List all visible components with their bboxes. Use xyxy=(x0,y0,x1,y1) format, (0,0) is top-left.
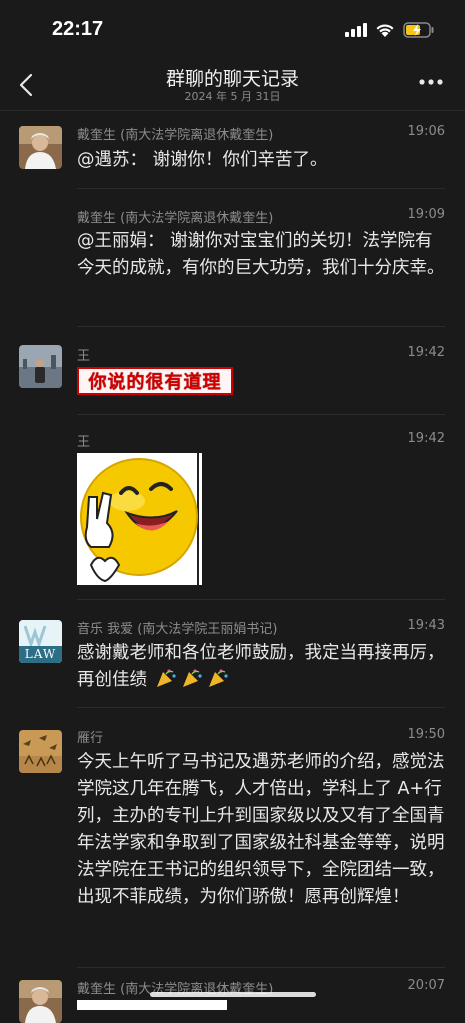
message-time: 19:09 xyxy=(407,207,445,222)
message-text: 感谢戴老师和各位老师鼓励，我定当再接再厉，再创佳绩 xyxy=(77,643,445,690)
page-date: 2024 年 5 月 31日 xyxy=(184,90,281,103)
avatar[interactable] xyxy=(19,730,62,773)
sticker-image[interactable] xyxy=(77,453,202,585)
avatar-logo-text: LAW xyxy=(24,647,57,661)
message-time: 19:50 xyxy=(407,727,445,742)
message-text: @王丽娟： 谢谢你对宝宝们的关切！法学院有今天的成就，有你的巨大功劳，我们十分庆… xyxy=(77,231,445,278)
sender-name: 戴奎生 (南大法学院离退休戴奎生) xyxy=(77,211,274,226)
message-time: 19:42 xyxy=(407,431,445,446)
sticker-image[interactable] xyxy=(77,1000,227,1010)
avatar[interactable] xyxy=(19,345,62,388)
nav-bar: 群聊的聊天记录 2024 年 5 月 31日 xyxy=(0,60,465,111)
sender-name: 雁行 xyxy=(77,731,104,746)
status-icons xyxy=(345,22,435,38)
cellular-signal-icon xyxy=(345,23,367,37)
message-time: 20:07 xyxy=(407,978,445,993)
smiley-peace-sign-icon xyxy=(80,453,199,585)
sticker-image[interactable]: 你说的很有道理 xyxy=(77,367,233,395)
status-bar: 22:17 xyxy=(0,0,465,60)
avatar[interactable]: LAW xyxy=(19,620,62,663)
status-time: 22:17 xyxy=(52,18,104,40)
message-text: 今天上午听了马书记及遇苏老师的介绍，感觉法学院这几年在腾飞，人才倍出，学科上了 … xyxy=(77,752,445,907)
avatar[interactable] xyxy=(19,980,62,1023)
sender-name: 戴奎生 (南大法学院离退休戴奎生) xyxy=(77,128,274,143)
message-time: 19:06 xyxy=(407,124,445,139)
chat-message[interactable]: 戴奎生 (南大法学院离退休戴奎生) 19:06 @遇苏： 谢谢你！你们辛苦了。 xyxy=(0,111,465,189)
more-options-icon[interactable] xyxy=(419,78,443,86)
sender-name: 音乐 我爱 (南大法学院王丽娟书记) xyxy=(77,622,278,637)
chat-message[interactable]: LAW 音乐 我爱 (南大法学院王丽娟书记) 19:43 感谢戴老师和各位老师鼓… xyxy=(0,600,465,708)
party-popper-icon xyxy=(156,669,228,687)
wifi-icon xyxy=(376,23,394,37)
message-time: 19:43 xyxy=(407,618,445,633)
message-text: @遇苏： 谢谢你！你们辛苦了。 xyxy=(77,150,328,170)
chat-message[interactable]: 王 19:42 xyxy=(0,415,465,600)
battery-charging-icon xyxy=(403,22,434,38)
party-popper-emoji xyxy=(149,669,231,690)
sender-name: 王 xyxy=(77,349,91,364)
message-time: 19:42 xyxy=(407,345,445,360)
sticker-text: 你说的很有道理 xyxy=(88,372,222,393)
chat-message[interactable]: 雁行 19:50 今天上午听了马书记及遇苏老师的介绍，感觉法学院这几年在腾飞，人… xyxy=(0,708,465,968)
page-title: 群聊的聊天记录 xyxy=(165,68,299,90)
sender-name: 王 xyxy=(77,435,91,450)
chat-message[interactable]: 戴奎生 (南大法学院离退休戴奎生) 20:07 xyxy=(0,968,465,1023)
home-indicator[interactable] xyxy=(150,992,316,997)
chat-message[interactable]: 王 19:42 你说的很有道理 xyxy=(0,327,465,415)
avatar[interactable] xyxy=(19,126,62,169)
chat-message[interactable]: 戴奎生 (南大法学院离退休戴奎生) 19:09 @王丽娟： 谢谢你对宝宝们的关切… xyxy=(0,189,465,327)
